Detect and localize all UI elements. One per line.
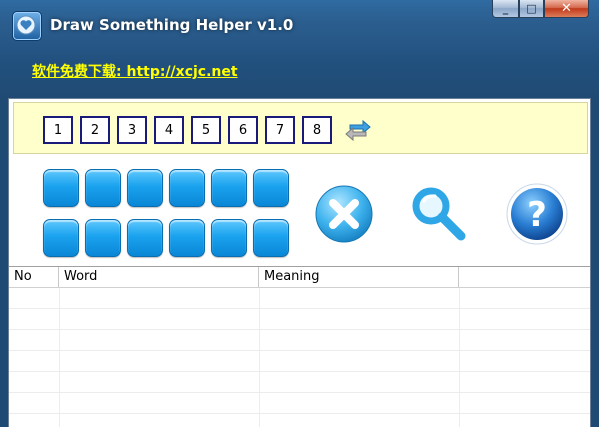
letter-slot-1[interactable]: 1 [43, 116, 73, 144]
clear-x-icon [315, 185, 373, 243]
letter-tile[interactable] [211, 219, 247, 257]
help-button[interactable]: ? [505, 182, 569, 246]
minimize-icon: _ [502, 2, 509, 15]
table-row [9, 393, 590, 414]
table-row [9, 288, 590, 309]
letter-slot-3[interactable]: 3 [117, 116, 147, 144]
letter-tile[interactable] [43, 169, 79, 207]
table-body [9, 288, 590, 427]
letter-slot-7[interactable]: 7 [265, 116, 295, 144]
close-button[interactable]: ✕ [544, 0, 589, 18]
letter-slot-6[interactable]: 6 [228, 116, 258, 144]
letter-tile[interactable] [169, 169, 205, 207]
column-header-no[interactable]: No [9, 267, 59, 287]
letter-tile[interactable] [253, 169, 289, 207]
letter-tile[interactable] [169, 219, 205, 257]
window-title: Draw Something Helper v1.0 [50, 16, 294, 34]
column-divider [259, 288, 260, 427]
magnifier-icon [412, 187, 466, 241]
window-controls: _ □ ✕ [492, 0, 589, 18]
letter-slot-2[interactable]: 2 [80, 116, 110, 144]
table-header: No Word Meaning [9, 266, 590, 288]
app-window: Draw Something Helper v1.0 _ □ ✕ 软件免费下载:… [0, 0, 599, 427]
letter-tile[interactable] [127, 169, 163, 207]
maximize-button[interactable]: □ [519, 0, 544, 18]
client-area: 1 2 3 4 5 6 7 8 ? No Word Meaning [8, 98, 591, 427]
clear-button[interactable] [314, 184, 374, 244]
app-heart-icon [12, 11, 42, 41]
maximize-icon: □ [526, 2, 537, 15]
swap-arrows-icon[interactable] [344, 116, 372, 144]
letter-tile[interactable] [85, 219, 121, 257]
letter-tile[interactable] [211, 169, 247, 207]
letter-slot-5[interactable]: 5 [191, 116, 221, 144]
table-row [9, 372, 590, 393]
minimize-button[interactable]: _ [492, 0, 519, 18]
letter-tile[interactable] [253, 219, 289, 257]
column-header-meaning[interactable]: Meaning [259, 267, 459, 287]
close-icon: ✕ [561, 1, 572, 16]
letter-tile[interactable] [127, 219, 163, 257]
download-link[interactable]: 软件免费下载: http://xcjc.net [32, 61, 238, 81]
search-button[interactable] [409, 184, 471, 244]
letter-slot-4[interactable]: 4 [154, 116, 184, 144]
letter-slot-8[interactable]: 8 [302, 116, 332, 144]
table-row [9, 351, 590, 372]
column-header-word[interactable]: Word [59, 267, 259, 287]
column-divider [59, 288, 60, 427]
results-table: No Word Meaning [9, 266, 590, 427]
letter-slot-bar: 1 2 3 4 5 6 7 8 [13, 102, 588, 154]
letter-tile[interactable] [85, 169, 121, 207]
column-divider [459, 288, 460, 427]
table-row [9, 330, 590, 351]
letter-tile[interactable] [43, 219, 79, 257]
svg-text:?: ? [527, 195, 547, 235]
help-question-icon: ? [506, 183, 568, 245]
table-row [9, 309, 590, 330]
